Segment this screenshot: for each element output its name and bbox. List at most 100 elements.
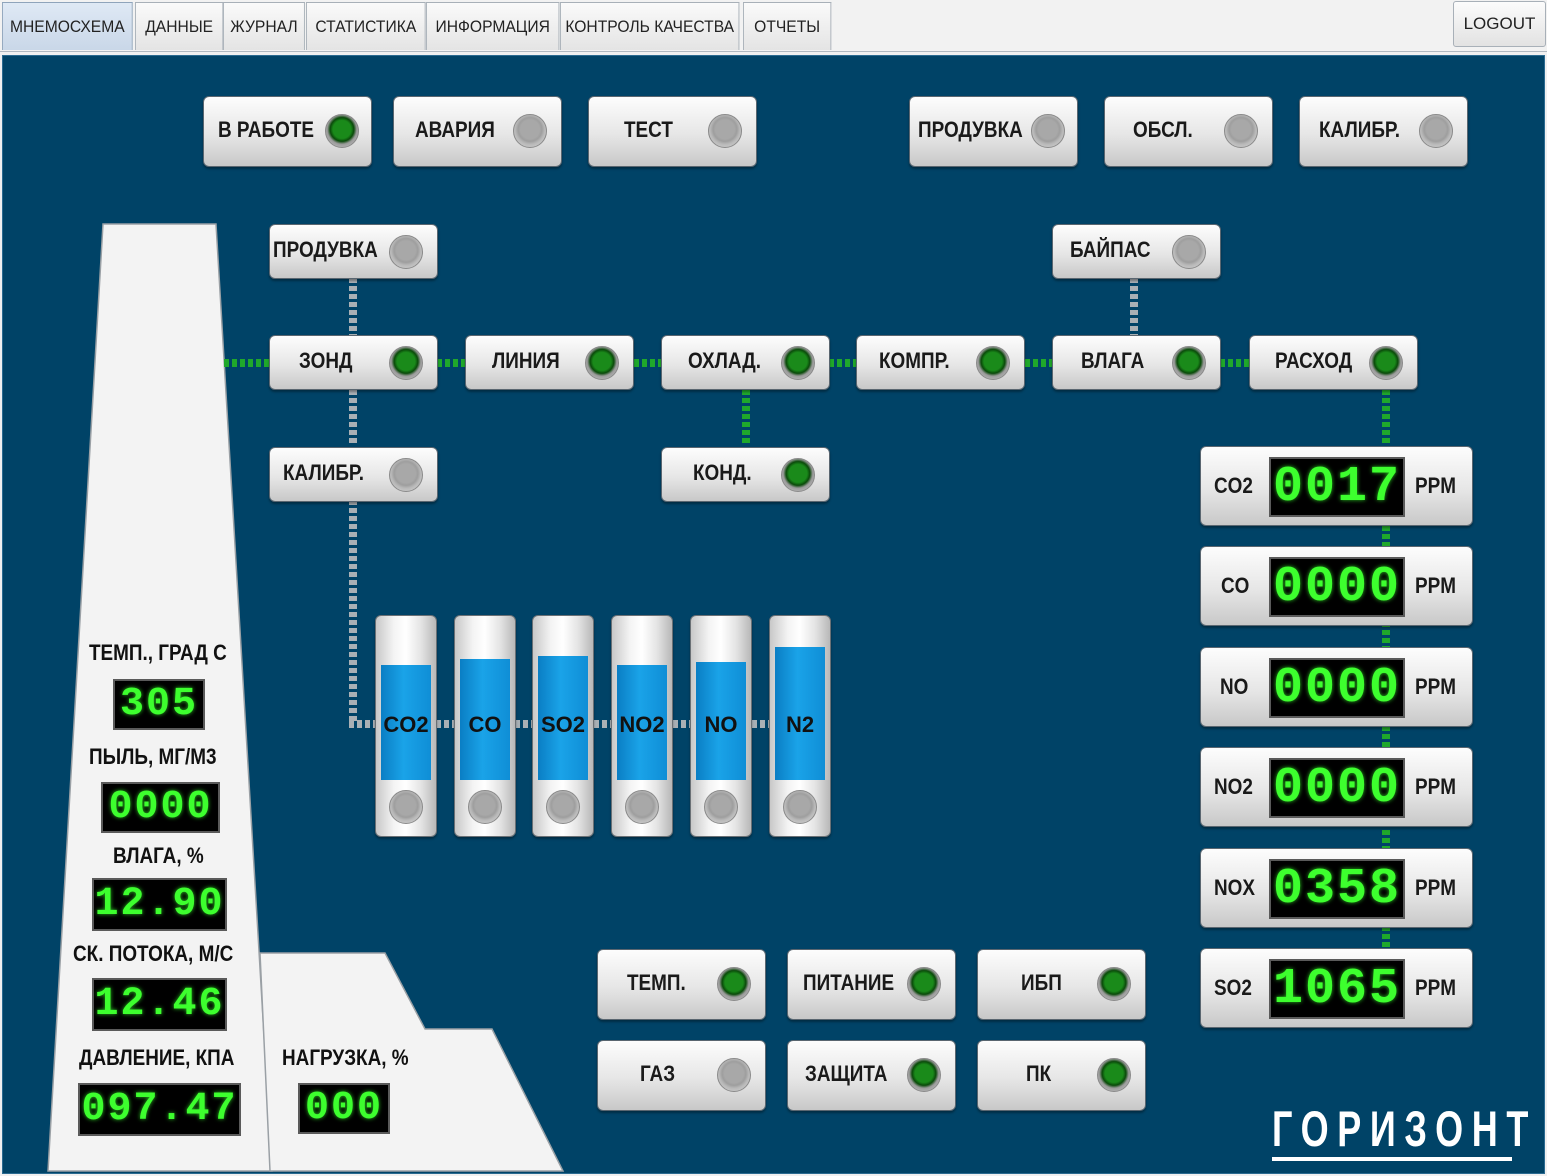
analyzer-unit-label: PPM: [1415, 774, 1457, 799]
analyzer-gas-label: NO2: [1214, 774, 1253, 799]
node-label: КОМПР.: [879, 348, 950, 373]
sys-ups: ИБП: [977, 949, 1146, 1020]
stack-load-display: 000: [298, 1083, 390, 1134]
pipe: [437, 359, 465, 367]
sys-label: ПК: [1026, 1061, 1052, 1086]
pipe: [1025, 359, 1053, 367]
analyzer-unit-label: PPM: [1415, 573, 1457, 598]
status-label: ПРОДУВКА: [918, 117, 1023, 142]
cylinder-label: NO: [704, 712, 738, 737]
pipe: [634, 359, 662, 367]
sys-led-icon: [1097, 1058, 1131, 1092]
pipe: [1130, 278, 1138, 336]
sys-led-icon: [1097, 967, 1131, 1001]
status-led-icon: [513, 114, 547, 148]
analyzer-gas-label: CO2: [1214, 473, 1253, 498]
analyzer-unit-label: PPM: [1415, 473, 1457, 498]
node-led-icon: [389, 346, 423, 380]
node-led-icon: [781, 346, 815, 380]
gas-cylinder-so2: SO2: [532, 615, 594, 837]
status-led-icon: [1031, 114, 1065, 148]
analyzer-unit-label: PPM: [1415, 975, 1457, 1000]
status-led-icon: [1419, 114, 1453, 148]
stack-temp-display: 305: [113, 679, 205, 730]
status-test: ТЕСТ: [588, 96, 757, 167]
cylinder-label: CO: [468, 712, 502, 737]
pipe: [349, 390, 357, 446]
sys-temp: ТЕМП.: [597, 949, 766, 1020]
pipe: [742, 390, 750, 446]
stack-velocity-label: СК. ПОТОКА, М/С: [73, 941, 234, 966]
node-label: РАСХОД: [1275, 348, 1353, 373]
node-led-icon: [976, 346, 1010, 380]
sys-led-icon: [907, 1058, 941, 1092]
sys-label: ЗАЩИТА: [805, 1061, 888, 1086]
cylinder-led-icon: [783, 790, 817, 824]
cylinder-label: NO2: [619, 712, 665, 737]
pipe: [436, 720, 456, 728]
node-label: ЛИНИЯ: [492, 348, 560, 373]
analyzer-value-display: 0000: [1269, 758, 1405, 818]
node-label: КОНД.: [693, 460, 752, 485]
pipe: [224, 359, 272, 367]
stack-temp-label: ТЕМП., ГРАД С: [89, 640, 227, 665]
analyzer-so2: SO2 1065 PPM: [1200, 948, 1473, 1028]
analyzer-no: NO 0000 PPM: [1200, 647, 1473, 727]
status-calibration: КАЛИБР.: [1299, 96, 1468, 167]
sys-label: ИБП: [1021, 970, 1062, 995]
node-compressor: КОМПР.: [856, 335, 1025, 390]
gas-cylinder-no2: NO2: [611, 615, 673, 837]
gas-cylinder-co2: CO2: [375, 615, 437, 837]
status-label: КАЛИБР.: [1319, 117, 1400, 142]
stack-pressure-label: ДАВЛЕНИЕ, КПА: [79, 1045, 235, 1070]
node-label: КАЛИБР.: [283, 460, 364, 485]
brand-underline: [1272, 1157, 1512, 1161]
node-cooler: ОХЛАД.: [661, 335, 830, 390]
sys-label: ГАЗ: [640, 1061, 676, 1086]
node-label: ОХЛАД.: [688, 348, 761, 373]
node-purge: ПРОДУВКА: [269, 224, 438, 279]
node-label: ВЛАГА: [1081, 348, 1145, 373]
analyzer-value-display: 0000: [1269, 557, 1405, 617]
status-in-operation: В РАБОТЕ: [203, 96, 372, 167]
status-label: В РАБОТЕ: [218, 117, 315, 142]
node-led-icon: [1369, 346, 1403, 380]
node-led-icon: [1172, 235, 1206, 269]
node-led-icon: [389, 235, 423, 269]
stack-moisture-label: ВЛАГА, %: [113, 843, 204, 868]
analyzer-co2: CO2 0017 PPM: [1200, 446, 1473, 526]
analyzer-nox: NOX 0358 PPM: [1200, 848, 1473, 928]
sys-led-icon: [717, 967, 751, 1001]
pipe: [829, 359, 857, 367]
status-maintenance: ОБСЛ.: [1104, 96, 1273, 167]
node-label: ПРОДУВКА: [273, 237, 378, 262]
sys-power: ПИТАНИЕ: [787, 949, 956, 1020]
node-led-icon: [585, 346, 619, 380]
node-calibration: КАЛИБР.: [269, 447, 438, 502]
sys-gas: ГАЗ: [597, 1040, 766, 1111]
analyzer-unit-label: PPM: [1415, 674, 1457, 699]
stack-dust-display: 0000: [101, 782, 220, 833]
pipe: [349, 278, 357, 336]
node-condensate: КОНД.: [661, 447, 830, 502]
sys-label: ТЕМП.: [627, 970, 686, 995]
analyzer-gas-label: CO: [1221, 573, 1250, 598]
node-label: ЗОНД: [299, 348, 353, 373]
analyzer-unit-label: PPM: [1415, 875, 1457, 900]
analyzer-co: CO 0000 PPM: [1200, 546, 1473, 626]
status-label: ОБСЛ.: [1133, 117, 1193, 142]
sys-pc: ПК: [977, 1040, 1146, 1111]
stack-pressure-display: 097.47: [78, 1083, 241, 1136]
brand-logo: ГОРИЗОНТ: [1272, 1101, 1538, 1157]
node-flowrate: РАСХОД: [1249, 335, 1418, 390]
pipe: [1220, 359, 1250, 367]
node-bypass: БАЙПАС: [1052, 224, 1221, 279]
analyzer-value-display: 0000: [1269, 658, 1405, 718]
stack-dust-label: ПЫЛЬ, МГ/М3: [89, 744, 217, 769]
status-led-icon: [325, 114, 359, 148]
gas-cylinder-n2: N2: [769, 615, 831, 837]
analyzer-value-display: 0017: [1269, 457, 1405, 517]
analyzer-gas-label: NOX: [1214, 875, 1256, 900]
node-line: ЛИНИЯ: [465, 335, 634, 390]
analyzer-gas-label: SO2: [1214, 975, 1252, 1000]
